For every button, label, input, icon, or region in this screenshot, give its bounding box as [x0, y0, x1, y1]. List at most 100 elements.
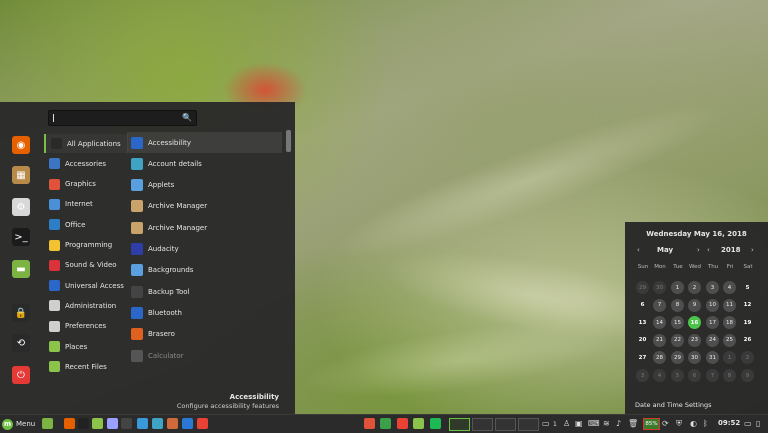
store-icon[interactable] — [152, 418, 163, 429]
logout-icon[interactable]: ⟲ — [12, 334, 30, 352]
calendar-day[interactable]: 26 — [741, 334, 754, 347]
calendar-day[interactable]: 25 — [723, 333, 736, 347]
category-recent-files[interactable]: Recent Files — [44, 357, 126, 376]
category-universal-access[interactable]: Universal Access — [44, 276, 126, 295]
package-icon[interactable]: ▦ — [12, 166, 30, 184]
calendar-day[interactable]: 18 — [723, 316, 736, 330]
calendar-day[interactable]: 7 — [706, 369, 719, 382]
calendar-day[interactable]: 4 — [723, 281, 736, 294]
calendar-day[interactable]: 10 — [706, 298, 719, 312]
search-input[interactable]: 🔍 — [48, 110, 197, 126]
workspace-2[interactable] — [472, 418, 493, 431]
app-item[interactable]: Backgrounds — [127, 260, 282, 281]
workspace-4[interactable] — [518, 418, 539, 431]
folder-icon[interactable]: ▬ — [12, 260, 30, 278]
calendar-day[interactable]: 5 — [741, 281, 754, 294]
app-item[interactable]: Audacity — [127, 239, 282, 260]
calendar-day[interactable]: 4 — [653, 369, 666, 382]
app-item[interactable]: Accessibility — [127, 132, 282, 153]
app-item[interactable]: Brasero — [127, 324, 282, 345]
software-center-icon[interactable] — [380, 418, 391, 429]
trash-icon[interactable]: 🗑 — [628, 419, 638, 428]
redshift-icon[interactable]: ◐ — [690, 419, 697, 428]
category-programming[interactable]: Programming — [44, 236, 126, 255]
calendar-day[interactable]: 23 — [688, 333, 701, 347]
calendar-day[interactable]: 17 — [706, 316, 719, 330]
calendar-day[interactable]: 28 — [653, 351, 666, 365]
calendar-day[interactable]: 31 — [706, 351, 719, 365]
calendar-day[interactable]: 13 — [636, 316, 649, 329]
calendar-day[interactable]: 9 — [741, 369, 754, 382]
app-list-scrollbar[interactable] — [286, 130, 291, 152]
category-graphics[interactable]: Graphics — [44, 175, 126, 194]
calendar-day[interactable]: 2 — [741, 351, 754, 365]
power-icon[interactable]: ⏻ — [12, 366, 30, 384]
update-icon[interactable]: ⟳ — [662, 419, 669, 428]
calendar-day[interactable]: 12 — [741, 299, 754, 312]
calendar-day[interactable]: 11 — [723, 298, 736, 312]
show-desktop-icon[interactable] — [42, 418, 53, 429]
calendar-day[interactable]: 1 — [723, 351, 736, 365]
screenshot-icon[interactable]: ▣ — [575, 419, 583, 428]
workspace-3[interactable] — [495, 418, 516, 431]
browser-icon[interactable] — [182, 418, 193, 429]
chrome-icon[interactable] — [397, 418, 408, 429]
keyboard-icon[interactable]: ⌨ — [588, 419, 600, 428]
clock[interactable]: 09:52 — [718, 419, 740, 427]
text-editor-icon[interactable] — [107, 418, 118, 429]
graphics-app-icon[interactable] — [364, 418, 375, 429]
lock-icon[interactable]: 🔒 — [12, 304, 30, 322]
prev-year-button[interactable]: ‹ — [707, 246, 710, 254]
calendar-day[interactable]: 6 — [688, 369, 701, 382]
category-internet[interactable]: Internet — [44, 195, 126, 214]
terminal-icon[interactable]: >_ — [12, 228, 30, 246]
app-item[interactable]: Backup Tool — [127, 281, 282, 302]
shield-icon[interactable]: ⛨ — [676, 419, 682, 428]
bluetooth-icon[interactable]: ᛒ — [703, 419, 708, 428]
display-icon[interactable]: ▭ — [744, 419, 752, 428]
app-item[interactable]: Account details — [127, 153, 282, 174]
calendar-today[interactable]: 16 — [688, 316, 701, 330]
calendar-day[interactable]: 8 — [671, 298, 684, 312]
calendar-day[interactable]: 15 — [671, 316, 684, 330]
calendar-day[interactable]: 5 — [671, 369, 684, 382]
firefox-icon[interactable] — [64, 418, 75, 429]
category-places[interactable]: Places — [44, 337, 126, 356]
calendar-day[interactable]: 30 — [653, 281, 666, 294]
spotify-icon[interactable] — [430, 418, 441, 429]
network-icon[interactable]: ≋ — [603, 419, 610, 428]
app-item[interactable]: Applets — [127, 175, 282, 196]
files-icon[interactable] — [92, 418, 103, 429]
package-icon[interactable] — [167, 418, 178, 429]
app-item[interactable]: Archive Manager — [127, 196, 282, 217]
calendar-day[interactable]: 21 — [653, 333, 666, 347]
calendar-day[interactable]: 30 — [688, 351, 701, 365]
calendar-day[interactable]: 8 — [723, 369, 736, 382]
files-icon[interactable] — [413, 418, 424, 429]
calendar-day[interactable]: 1 — [671, 281, 684, 294]
category-all-applications[interactable]: All Applications — [44, 134, 128, 153]
chat-icon[interactable]: ▭ — [542, 419, 550, 428]
app-item[interactable]: Bluetooth — [127, 302, 282, 323]
calendar-day[interactable]: 7 — [653, 298, 666, 312]
image-viewer-icon[interactable] — [137, 418, 148, 429]
search-icon[interactable]: 🔍 — [182, 113, 192, 122]
calendar-day[interactable]: 2 — [688, 281, 701, 294]
workspace-1[interactable] — [449, 418, 470, 431]
category-sound-video[interactable]: Sound & Video — [44, 256, 126, 275]
calendar-day[interactable]: 3 — [706, 281, 719, 294]
category-accessories[interactable]: Accessories — [44, 154, 126, 173]
calendar-day[interactable]: 3 — [636, 369, 649, 382]
calendar-day[interactable]: 19 — [741, 316, 754, 329]
volume-icon[interactable]: ♪ — [616, 419, 621, 428]
firefox-icon[interactable]: ◉ — [12, 136, 30, 154]
settings-icon[interactable]: ⚙ — [12, 198, 30, 216]
chrome-icon[interactable] — [197, 418, 208, 429]
next-year-button[interactable]: › — [751, 246, 754, 254]
category-office[interactable]: Office — [44, 215, 126, 234]
calendar-day[interactable]: 22 — [671, 333, 684, 347]
terminal-icon[interactable] — [78, 418, 89, 429]
workspace-switch-icon[interactable]: ▯ — [756, 419, 760, 428]
calendar-day[interactable]: 6 — [636, 299, 649, 312]
calendar-day[interactable]: 27 — [636, 351, 649, 364]
